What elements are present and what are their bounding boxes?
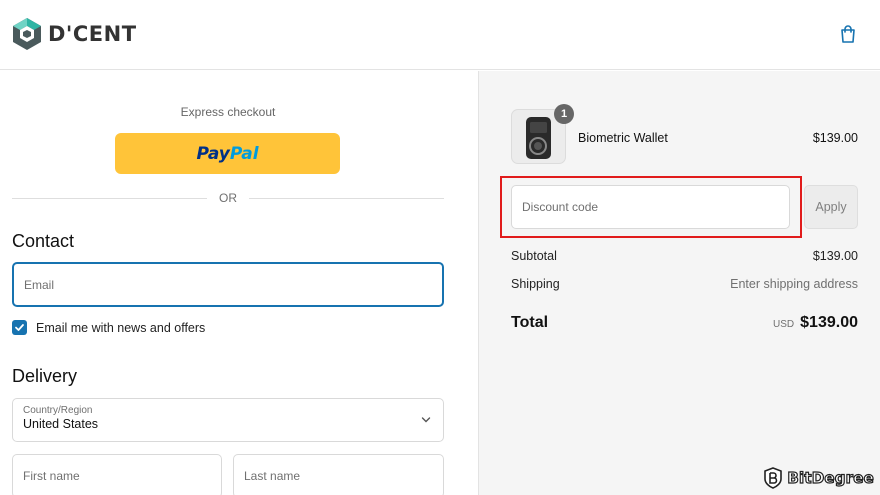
bitdegree-watermark: BitDegree [763,467,874,489]
or-divider: OR [12,190,444,206]
or-label: OR [219,191,237,205]
apply-button[interactable]: Apply [804,185,858,229]
contact-heading: Contact [12,231,75,251]
checkmark-icon [15,324,24,331]
subtotal-label: Subtotal [511,249,557,263]
divider-line [12,197,207,199]
subtotal-value: $139.00 [812,249,858,263]
total-currency: USD [773,319,795,330]
bitdegree-logo-icon [764,467,783,489]
news-checkbox-label: Email me with news and offers [36,320,206,335]
email-field[interactable]: Email [12,262,444,307]
last-name-field[interactable]: Last name [233,454,444,495]
header: D'CENT [0,0,880,70]
email-placeholder: Email [24,277,55,292]
paypal-logo-pal: Pal [229,143,259,164]
total-row: Total USD $139.00 [511,314,858,332]
first-name-placeholder: First name [23,469,80,483]
product-name: Biometric Wallet [578,131,668,145]
country-select[interactable]: Country/Region United States [12,398,444,442]
last-name-placeholder: Last name [244,469,301,483]
order-summary: 1 Biometric Wallet $139.00 Discount code… [478,71,880,495]
news-checkbox[interactable] [12,320,27,335]
checkout-form: Express checkout Pay Pal OR Contact Email… [0,71,478,495]
shipping-label: Shipping [511,277,560,291]
product-price: $139.00 [812,131,858,145]
news-opt-in[interactable]: Email me with news and offers [12,320,205,335]
watermark-text: BitDegree [787,468,875,487]
first-name-field[interactable]: First name [12,454,222,495]
total-label: Total [511,314,549,331]
divider-line [249,197,444,199]
shipping-value: Enter shipping address [730,277,858,291]
quantity-badge: 1 [554,104,574,124]
delivery-heading: Delivery [12,366,78,386]
country-value: United States [23,417,99,431]
dcent-logo-icon [13,18,41,50]
discount-code-field[interactable]: Discount code [511,185,790,229]
shopping-bag-icon[interactable] [838,24,858,44]
express-checkout-label: Express checkout [180,105,276,119]
total-value: $139.00 [800,314,858,331]
total-amount: USD $139.00 [773,314,858,332]
paypal-button[interactable]: Pay Pal [115,133,340,174]
shipping-row: Shipping Enter shipping address [511,277,858,291]
brand-logo[interactable]: D'CENT [12,17,137,51]
discount-placeholder: Discount code [522,200,599,214]
country-label: Country/Region [23,405,93,416]
brand-name: D'CENT [48,22,137,46]
paypal-logo-pay: Pay [196,143,230,164]
subtotal-row: Subtotal $139.00 [511,249,858,263]
chevron-down-icon [421,417,431,423]
